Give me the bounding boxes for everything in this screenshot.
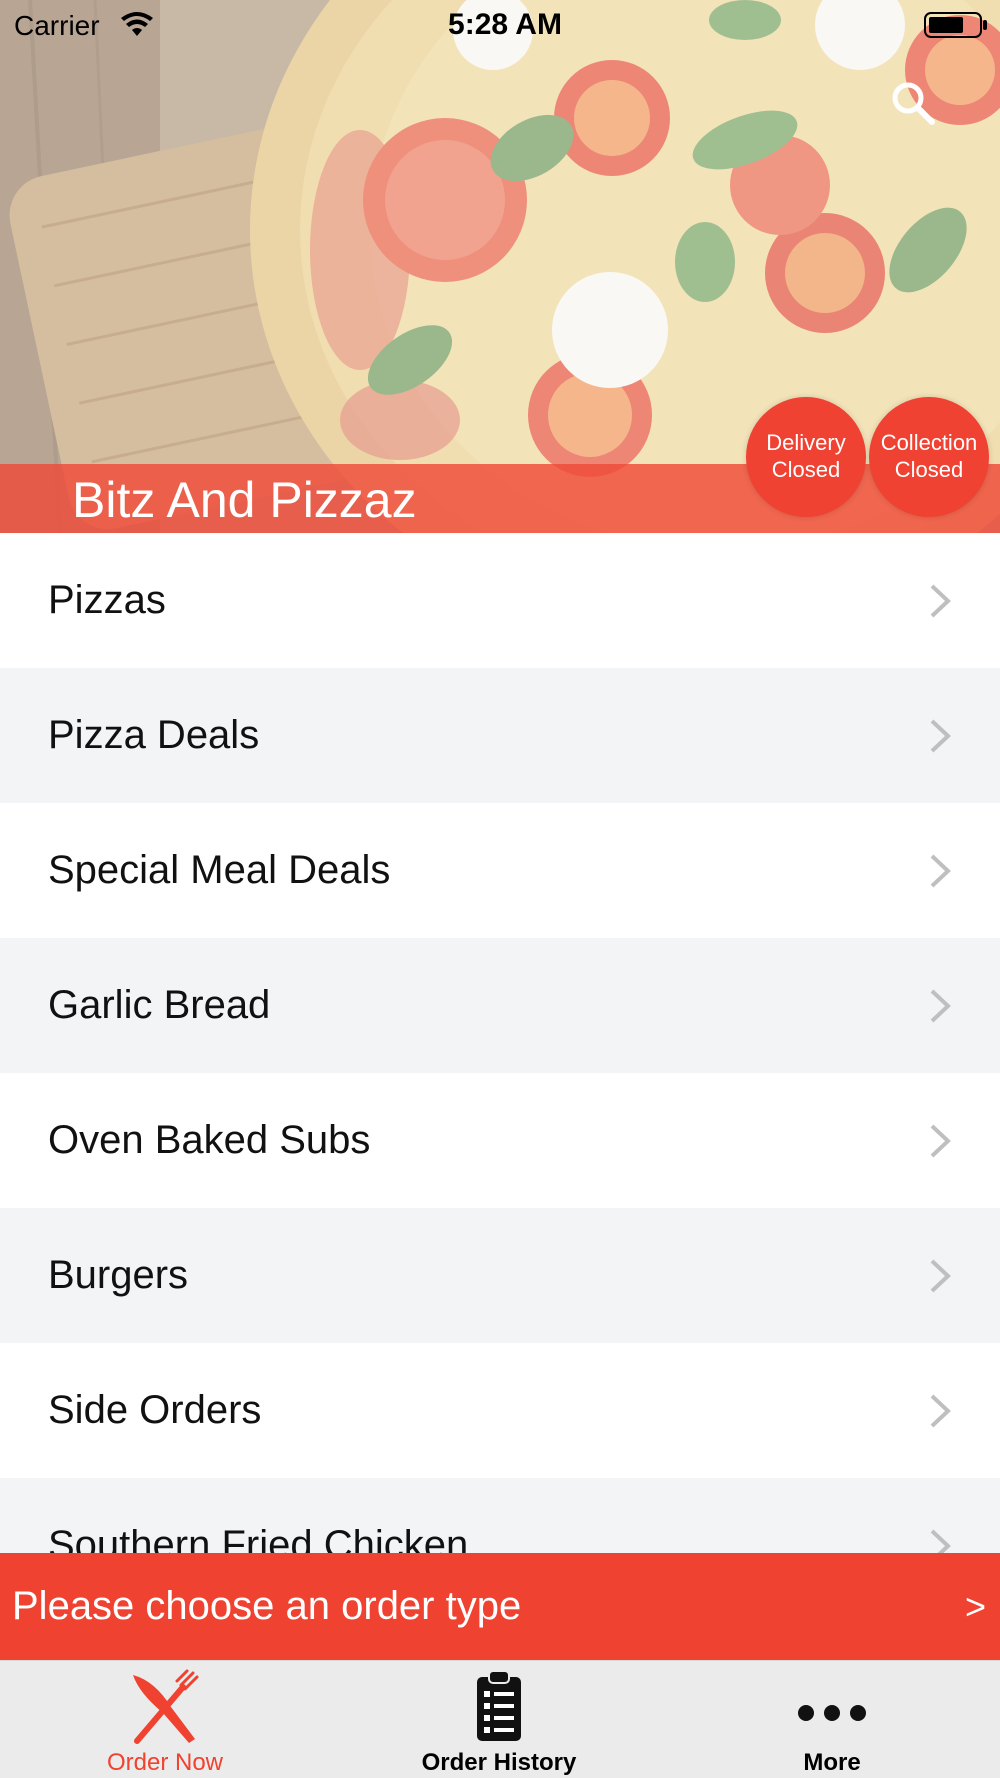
menu-item-burgers[interactable]: Burgers <box>0 1208 1000 1343</box>
search-icon[interactable] <box>888 78 938 128</box>
clipboard-icon <box>477 1670 521 1741</box>
menu-item-special-meal-deals[interactable]: Special Meal Deals <box>0 803 1000 938</box>
collection-status-value: Closed <box>894 457 964 482</box>
menu-item-pizza-deals[interactable]: Pizza Deals <box>0 668 1000 803</box>
menu-item-label: Side Orders <box>48 1388 262 1432</box>
order-type-prompt: Please choose an order type <box>12 1584 522 1628</box>
chevron-right-icon <box>930 719 951 753</box>
hero-banner: Carrier 5:28 AM Bitz And Pizzaz Delivery… <box>0 0 1000 533</box>
delivery-status-label: Delivery <box>766 430 846 455</box>
delivery-status-badge: Delivery Closed <box>746 397 866 517</box>
status-bar: Carrier 5:28 AM <box>0 0 1000 50</box>
order-type-arrow: > <box>964 1586 986 1627</box>
tab-label: Order History <box>421 1749 577 1776</box>
menu-item-side-orders[interactable]: Side Orders <box>0 1343 1000 1478</box>
more-dots-icon <box>798 1705 866 1721</box>
tab-label: More <box>803 1749 861 1776</box>
restaurant-name: Bitz And Pizzaz <box>72 472 417 528</box>
status-time: 5:28 AM <box>448 8 562 41</box>
menu-category-list[interactable]: Pizzas Pizza Deals Special Meal Deals Ga… <box>0 533 1000 1553</box>
menu-item-label: Garlic Bread <box>48 983 271 1027</box>
tab-order-history[interactable]: Order History <box>374 1661 624 1778</box>
chevron-right-icon <box>930 989 951 1023</box>
chevron-right-icon <box>930 1529 951 1553</box>
menu-item-label: Oven Baked Subs <box>48 1118 371 1162</box>
menu-item-label: Burgers <box>48 1253 189 1297</box>
chevron-right-icon <box>930 854 951 888</box>
menu-item-label: Southern Fried Chicken <box>48 1523 469 1553</box>
choose-order-type-button[interactable]: Please choose an order type > <box>0 1553 1000 1660</box>
tab-label: Order Now <box>106 1749 224 1776</box>
tab-more[interactable]: More <box>707 1661 957 1778</box>
menu-item-label: Pizzas <box>48 578 166 622</box>
battery-icon <box>924 12 987 38</box>
bottom-tab-bar: Order Now Order History More <box>0 1660 1000 1778</box>
menu-item-oven-baked-subs[interactable]: Oven Baked Subs <box>0 1073 1000 1208</box>
tab-order-now[interactable]: Order Now <box>40 1661 290 1778</box>
chevron-right-icon <box>930 584 951 618</box>
collection-status-badge: Collection Closed <box>869 397 989 517</box>
menu-item-label: Pizza Deals <box>48 713 260 757</box>
menu-item-label: Special Meal Deals <box>48 848 391 892</box>
chevron-right-icon <box>930 1259 951 1293</box>
chevron-right-icon <box>930 1124 951 1158</box>
delivery-status-value: Closed <box>771 457 841 482</box>
collection-status-label: Collection <box>880 430 978 455</box>
menu-item-pizzas[interactable]: Pizzas <box>0 533 1000 668</box>
chevron-right-icon <box>930 1394 951 1428</box>
fork-knife-icon <box>133 1669 199 1744</box>
menu-item-garlic-bread[interactable]: Garlic Bread <box>0 938 1000 1073</box>
menu-item-southern-fried-chicken[interactable]: Southern Fried Chicken <box>0 1478 1000 1553</box>
